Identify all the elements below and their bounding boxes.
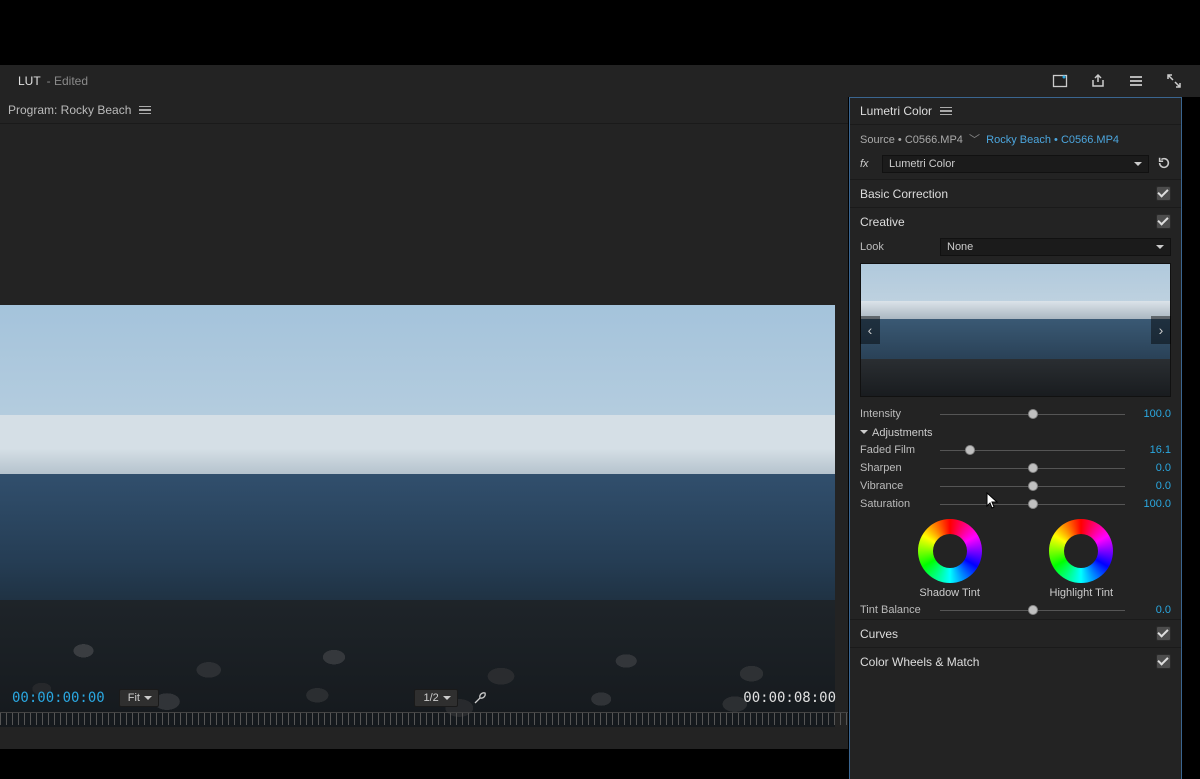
workspace-title: LUT	[18, 74, 41, 88]
section-creative[interactable]: Creative	[850, 207, 1181, 235]
menu-icon[interactable]	[1128, 73, 1144, 89]
source-clip-label: Source • C0566.MP4 ﹀ Rocky Beach • C0566…	[850, 125, 1181, 153]
effect-select[interactable]: Lumetri Color	[882, 155, 1149, 173]
section-basic-correction[interactable]: Basic Correction	[850, 179, 1181, 207]
resolution-select[interactable]: 1/2	[414, 689, 457, 707]
intensity-label: Intensity	[860, 408, 932, 420]
panel-menu-icon[interactable]	[940, 107, 952, 116]
saturation-value[interactable]: 100.0	[1133, 498, 1171, 510]
tint-balance-slider[interactable]	[940, 604, 1125, 616]
look-select[interactable]: None	[940, 238, 1171, 256]
basic-correction-toggle[interactable]	[1156, 186, 1171, 201]
lumetri-color-panel: Lumetri Color Source • C0566.MP4 ﹀ Rocky…	[849, 97, 1182, 779]
program-title: Program: Rocky Beach	[8, 103, 131, 117]
creative-toggle[interactable]	[1156, 214, 1171, 229]
look-prev-button[interactable]: ‹	[860, 316, 880, 344]
fx-badge-icon[interactable]: fx	[860, 158, 874, 170]
faded-film-value[interactable]: 16.1	[1133, 444, 1171, 456]
sharpen-value[interactable]: 0.0	[1133, 462, 1171, 474]
vibrance-slider[interactable]	[940, 480, 1125, 492]
caret-down-icon	[860, 430, 868, 438]
curves-toggle[interactable]	[1156, 626, 1171, 641]
export-icon[interactable]	[1090, 73, 1106, 89]
title-bar: LUT - Edited	[0, 65, 1200, 97]
intensity-slider[interactable]	[940, 408, 1125, 420]
tint-balance-label: Tint Balance	[860, 604, 932, 616]
shadow-tint-wheel[interactable]	[918, 519, 982, 583]
timecode-current[interactable]: 00:00:00:00	[12, 690, 105, 706]
saturation-slider[interactable]	[940, 498, 1125, 510]
program-viewport[interactable]	[0, 305, 835, 727]
look-label: Look	[860, 241, 932, 253]
look-next-button[interactable]: ›	[1151, 316, 1171, 344]
new-item-icon[interactable]	[1052, 73, 1068, 89]
faded-film-slider[interactable]	[940, 444, 1125, 456]
tint-balance-value[interactable]: 0.0	[1133, 604, 1171, 616]
workspace-state: - Edited	[47, 74, 88, 88]
shadow-tint-label: Shadow Tint	[919, 587, 980, 599]
program-monitor-panel: Program: Rocky Beach 00:00:00:00 Fit 1/2…	[0, 97, 848, 749]
adjustments-header[interactable]: Adjustments	[850, 423, 1181, 441]
vibrance-value[interactable]: 0.0	[1133, 480, 1171, 492]
time-ruler[interactable]	[0, 712, 848, 725]
color-wheels-toggle[interactable]	[1156, 654, 1171, 669]
highlight-tint-label: Highlight Tint	[1050, 587, 1114, 599]
wrench-icon[interactable]	[472, 690, 488, 706]
lumetri-panel-title: Lumetri Color	[860, 104, 932, 118]
faded-film-label: Faded Film	[860, 444, 932, 456]
fullscreen-icon[interactable]	[1166, 73, 1182, 89]
section-color-wheels[interactable]: Color Wheels & Match	[850, 647, 1181, 675]
highlight-tint-wheel[interactable]	[1049, 519, 1113, 583]
section-curves[interactable]: Curves	[850, 619, 1181, 647]
sharpen-slider[interactable]	[940, 462, 1125, 474]
saturation-label: Saturation	[860, 498, 932, 510]
reset-icon[interactable]	[1157, 156, 1171, 173]
zoom-select[interactable]: Fit	[119, 689, 159, 707]
vibrance-label: Vibrance	[860, 480, 932, 492]
sharpen-label: Sharpen	[860, 462, 932, 474]
intensity-value[interactable]: 100.0	[1133, 408, 1171, 420]
panel-menu-icon[interactable]	[139, 106, 151, 115]
look-preview	[860, 263, 1171, 397]
timecode-duration[interactable]: 00:00:08:00	[743, 690, 836, 706]
